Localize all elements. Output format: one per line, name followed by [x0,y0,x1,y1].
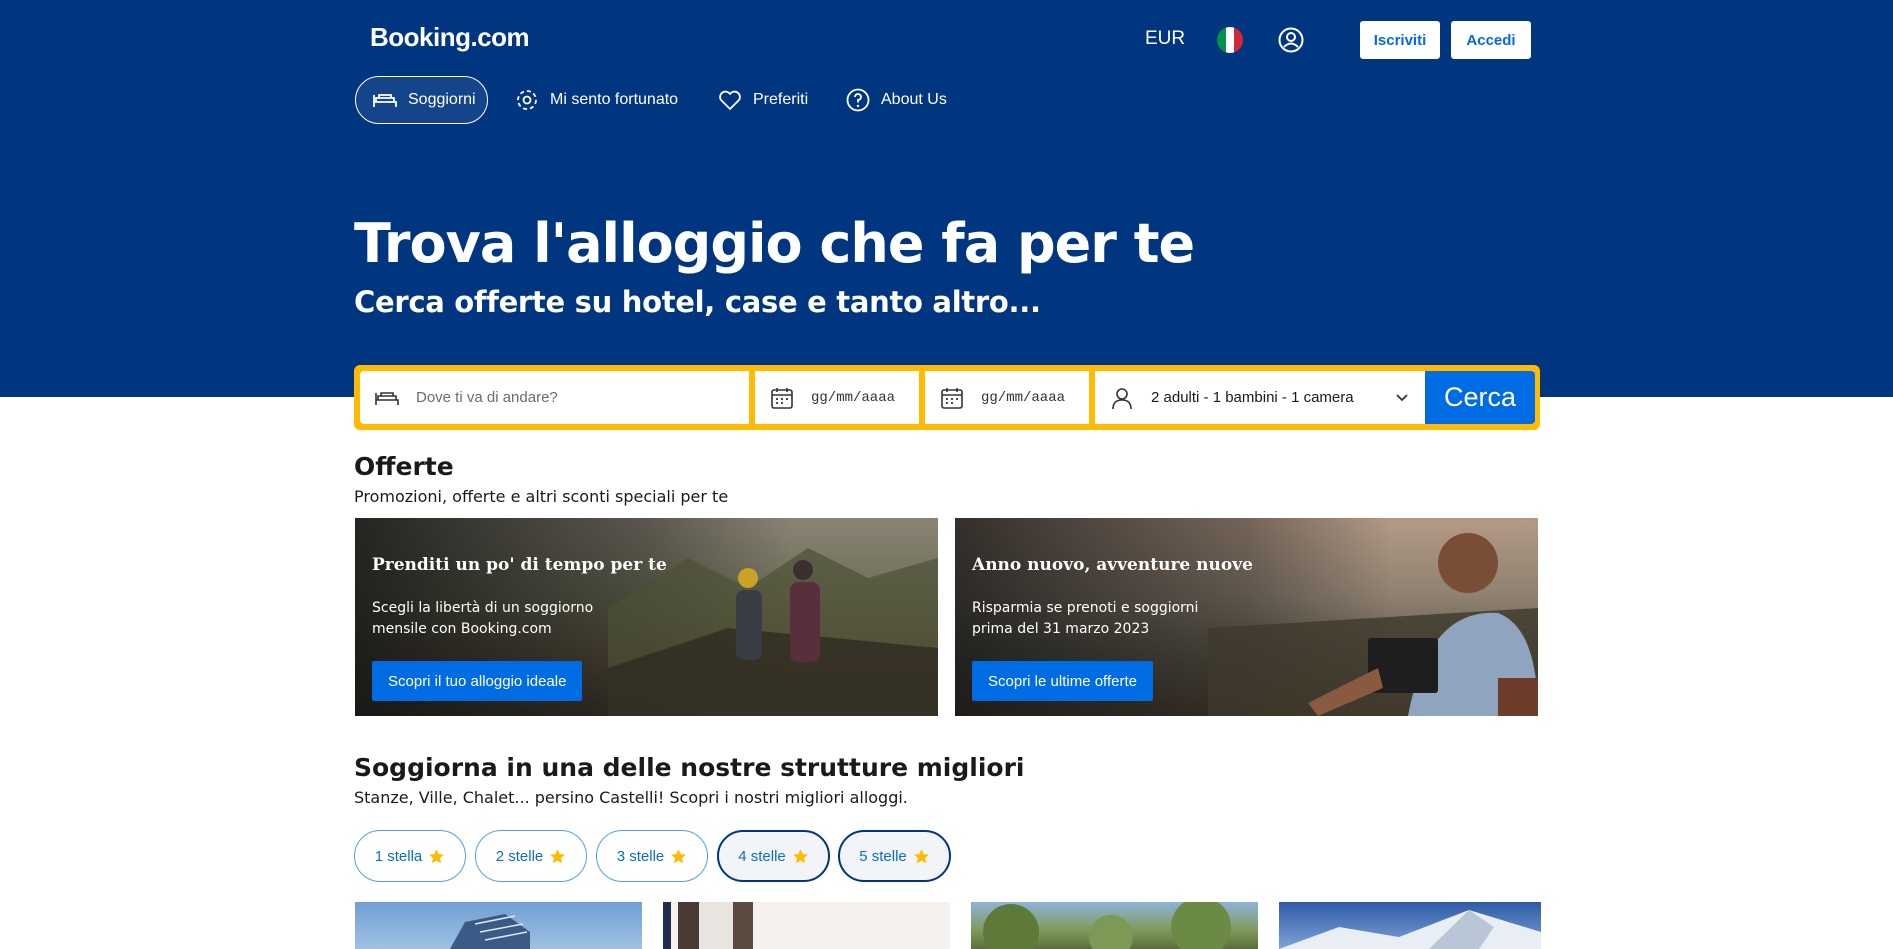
offer-card[interactable]: Prenditi un po' di tempo per te Scegli l… [355,518,938,716]
building-image [450,914,530,949]
chip-1-star[interactable]: 1 stella [354,830,466,882]
star-icon [429,848,445,863]
chip-label: 3 stelle [616,847,665,865]
hero-title: Trova l'alloggio che fa per te [354,212,1195,275]
nav-item-label: About Us [881,91,947,108]
property-thumbnail[interactable] [971,902,1258,949]
offer-text: Risparmia se prenoti e soggiorni prima d… [972,600,1199,637]
calendar-icon [771,387,793,409]
bed-icon [375,391,399,405]
destination-field[interactable] [360,371,749,424]
woman-laptop-image [1208,533,1538,716]
offers-subtitle: Promozioni, offerte e altri sconti speci… [354,487,729,506]
star-icon [671,848,687,863]
property-thumbnail[interactable] [663,902,950,949]
offer-card[interactable]: Anno nuovo, avventure nuove Risparmia se… [955,518,1538,716]
nav-item-fortunato[interactable]: Mi sento fortunato [514,76,678,124]
checkout-field[interactable]: gg/mm/aaaa [925,371,1089,424]
best-stays-title: Soggiorna in una delle nostre strutture … [354,753,1025,782]
property-thumbnail[interactable] [355,902,642,949]
offer-heading: Prenditi un po' di tempo per te [372,555,667,575]
chevron-down-icon [1396,393,1408,401]
bed-icon [373,94,397,107]
chip-label: 1 stella [374,847,423,865]
offers-title: Offerte [354,452,454,481]
chip-label: 4 stelle [738,847,786,865]
nav-item-label: Preferiti [753,91,809,108]
search-bar: gg/mm/aaaa gg/mm/aaaa 2 adulti - 1 bambi… [354,365,1540,430]
italy-flag-icon[interactable] [1217,27,1243,53]
discover-accommodation-button[interactable]: Scopri il tuo alloggio ideale [372,661,583,701]
login-button[interactable]: Accedi [1451,21,1531,59]
nav-item-soggiorni[interactable]: Soggiorni [355,76,488,124]
garden-image [983,902,1231,949]
guests-field[interactable]: 2 adulti - 1 bambini - 1 camera [1095,371,1428,424]
star-icon [550,848,566,863]
calendar-icon [941,387,963,409]
destination-input[interactable] [416,389,716,406]
guests-value: 2 adulti - 1 bambini - 1 camera [1151,389,1354,406]
nav-item-about[interactable]: About Us [845,76,947,124]
question-circle-icon [846,88,870,112]
chip-2-stars[interactable]: 2 stelle [475,830,587,882]
nav-item-label: Mi sento fortunato [550,91,679,108]
star-icon [913,848,929,863]
chip-5-stars[interactable]: 5 stelle [838,830,951,882]
snowy-mountain-image [1279,910,1541,949]
search-button[interactable]: Cerca [1425,371,1535,424]
discover-offers-button[interactable]: Scopri le ultime offerte [972,661,1153,701]
checkin-field[interactable]: gg/mm/aaaa [755,371,919,424]
room-curtains-image [663,902,753,949]
star-icon [792,848,808,863]
person-icon [1112,387,1132,409]
account-icon[interactable] [1278,27,1304,53]
chip-label: 5 stelle [859,847,907,865]
gear-flower-icon [517,90,537,110]
best-stays-subtitle: Stanze, Ville, Chalet... persino Castell… [354,788,908,807]
hero-banner [0,0,1893,397]
booking-logo[interactable]: Booking.com [370,22,530,53]
offer-text: Scegli la libertà di un soggiorno mensil… [372,600,594,637]
hikers-image [608,548,938,716]
checkout-date[interactable]: gg/mm/aaaa [981,390,1065,406]
chip-4-stars[interactable]: 4 stelle [717,830,830,882]
nav-item-preferiti[interactable]: Preferiti [717,76,808,124]
hero-subtitle: Cerca offerte su hotel, case e tanto alt… [354,285,1041,319]
checkin-date[interactable]: gg/mm/aaaa [811,390,895,406]
property-thumbnail[interactable] [1279,902,1541,949]
currency-selector[interactable]: EUR [1145,28,1185,50]
chip-3-stars[interactable]: 3 stelle [596,830,708,882]
chip-label: 2 stelle [495,847,544,865]
register-button[interactable]: Iscriviti [1360,21,1440,59]
nav-item-label: Soggiorni [408,91,476,108]
heart-icon [719,90,741,110]
offer-heading: Anno nuovo, avventure nuove [972,555,1253,575]
